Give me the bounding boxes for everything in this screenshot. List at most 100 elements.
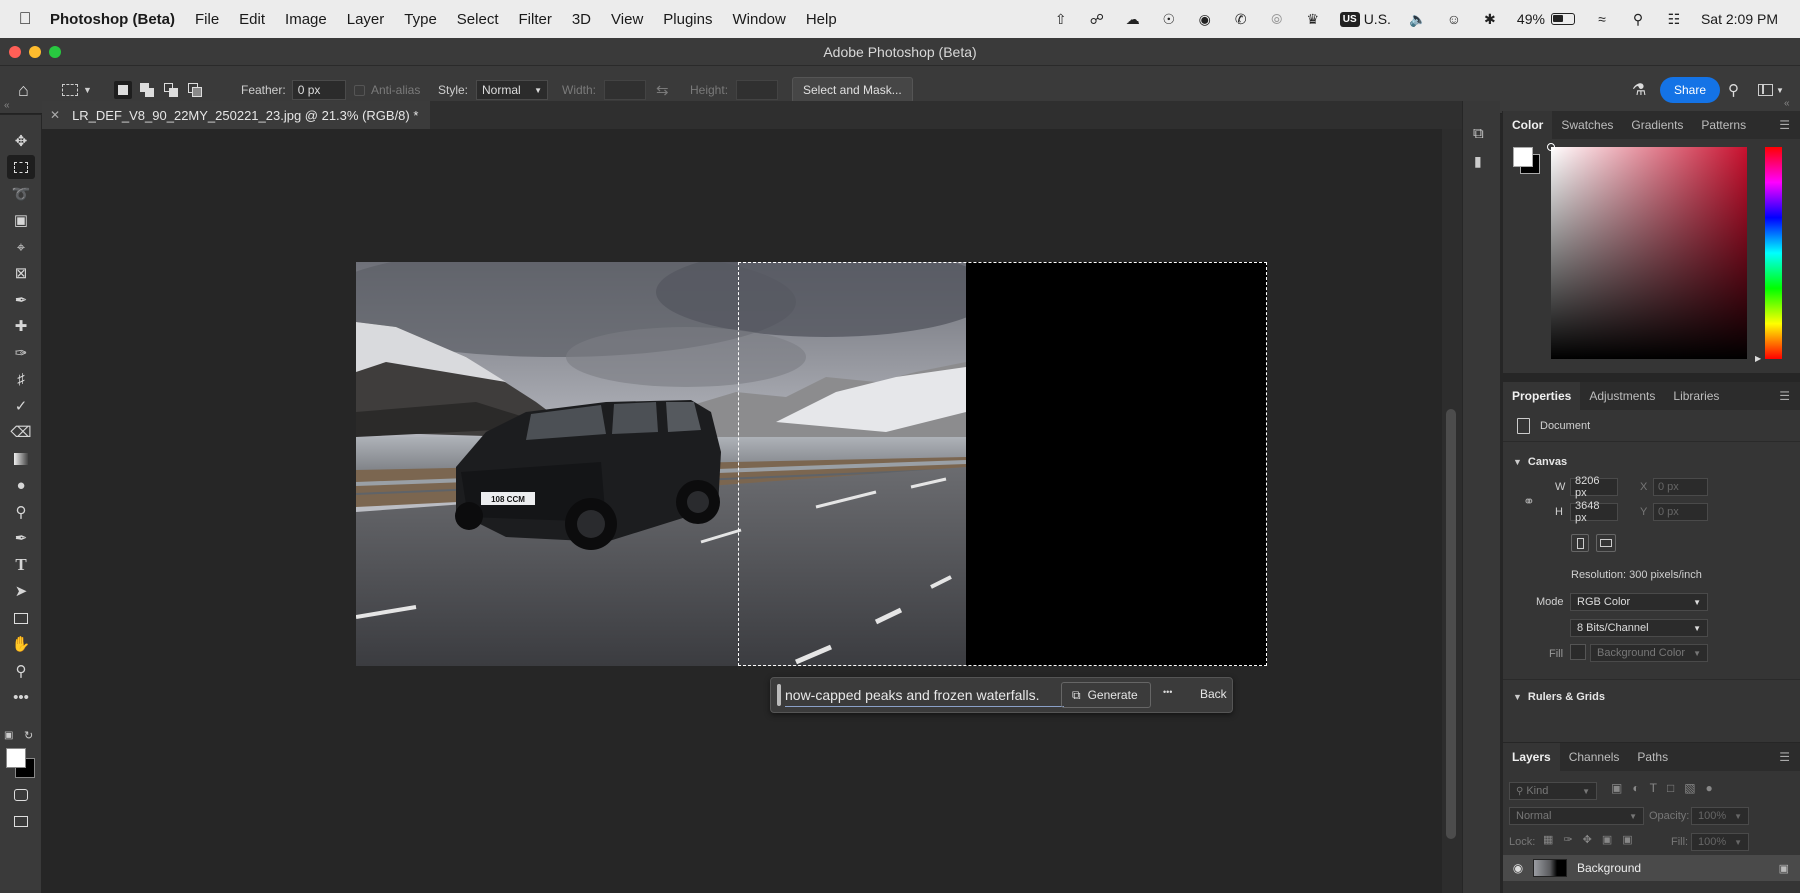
tab-patterns[interactable]: Patterns xyxy=(1692,111,1755,139)
scroll-thumb[interactable] xyxy=(1446,409,1456,839)
airdrop-icon[interactable]: ⦾ xyxy=(1268,10,1286,28)
canvas-y-input[interactable]: 0 px xyxy=(1653,503,1708,521)
select-and-mask-button[interactable]: Select and Mask... xyxy=(792,77,913,103)
quick-mask-icon[interactable] xyxy=(7,783,35,807)
menu-help[interactable]: Help xyxy=(806,11,837,28)
input-source[interactable]: US U.S. xyxy=(1339,11,1391,27)
document-tab[interactable]: ✕ LR_DEF_V8_90_22MY_250221_23.jpg @ 21.3… xyxy=(42,101,431,129)
grammarly-icon[interactable]: ◉ xyxy=(1196,10,1214,28)
hue-slider[interactable] xyxy=(1765,147,1782,359)
document-canvas[interactable]: 108 CCM xyxy=(356,262,1267,666)
eye-visibility-icon[interactable]: ◉ xyxy=(1503,861,1533,875)
panel-menu-icon[interactable]: ☰ xyxy=(1779,382,1800,410)
subtract-from-selection-icon[interactable] xyxy=(162,81,180,99)
lock-artboard-icon[interactable]: ▣ xyxy=(1602,833,1612,846)
color-picker-handle[interactable] xyxy=(1547,143,1555,151)
close-tab-icon[interactable]: ✕ xyxy=(50,108,60,122)
zoom-tool-icon[interactable]: ⚲ xyxy=(7,659,35,683)
fill-select[interactable]: Background Color ▼ xyxy=(1590,644,1708,662)
vertical-scrollbar[interactable] xyxy=(1442,129,1462,893)
move-tool-icon[interactable]: ✥ xyxy=(7,129,35,153)
minimize-window-button[interactable] xyxy=(29,46,41,58)
menu-file[interactable]: File xyxy=(195,11,219,28)
type-layer-filter-icon[interactable]: T xyxy=(1650,781,1657,795)
style-select[interactable]: Normal ▼ xyxy=(476,80,549,100)
clone-stamp-tool-icon[interactable]: ♯ xyxy=(7,367,35,391)
menu-edit[interactable]: Edit xyxy=(239,11,265,28)
layer-row[interactable]: ◉ Background ▣ xyxy=(1503,855,1800,881)
home-icon[interactable]: ⌂ xyxy=(18,66,29,114)
rectangle-tool-icon[interactable] xyxy=(7,606,35,630)
menu-filter[interactable]: Filter xyxy=(519,11,552,28)
cloud-sync-icon[interactable]: ☁ xyxy=(1124,10,1142,28)
eyedropper-tool-icon[interactable]: ✒ xyxy=(7,288,35,312)
panel-menu-icon[interactable]: ☰ xyxy=(1779,111,1800,139)
menu-select[interactable]: Select xyxy=(457,11,499,28)
apple-menu-icon[interactable]:  xyxy=(0,9,50,29)
hand-tool-icon[interactable]: ✋ xyxy=(7,632,35,656)
menu-plugins[interactable]: Plugins xyxy=(663,11,712,28)
back-button[interactable]: Back xyxy=(1200,687,1227,701)
volume-icon[interactable]: 🔈 xyxy=(1409,10,1427,28)
frame-tool-icon[interactable]: ⊠ xyxy=(7,261,35,285)
tab-adjustments[interactable]: Adjustments xyxy=(1580,382,1664,410)
healing-brush-tool-icon[interactable]: ✚ xyxy=(7,314,35,338)
hue-slider-handle[interactable]: ▶ xyxy=(1755,354,1761,363)
tab-swatches[interactable]: Swatches xyxy=(1552,111,1622,139)
clock[interactable]: Sat 2:09 PM xyxy=(1701,11,1778,27)
generate-button[interactable]: ⧉ Generate xyxy=(1061,682,1151,708)
adjustment-layer-filter-icon[interactable]: ◐ xyxy=(1632,781,1639,795)
link-dimensions-icon[interactable]: ⚭ xyxy=(1523,493,1535,510)
share-button[interactable]: Share xyxy=(1660,77,1721,103)
menu-view[interactable]: View xyxy=(611,11,643,28)
menu-3d[interactable]: 3D xyxy=(572,11,591,28)
height-input[interactable] xyxy=(736,80,779,100)
layer-fill-input[interactable]: 100% ▼ xyxy=(1691,833,1749,851)
opacity-input[interactable]: 100% ▼ xyxy=(1691,807,1749,825)
blend-mode-select[interactable]: Normal ▼ xyxy=(1509,807,1644,825)
lasso-tool-icon[interactable]: ➰ xyxy=(7,182,35,206)
blur-tool-icon[interactable]: ● xyxy=(7,473,35,497)
fill-color-swatch[interactable] xyxy=(1570,644,1586,660)
path-selection-tool-icon[interactable]: ➤ xyxy=(7,579,35,603)
new-selection-icon[interactable] xyxy=(114,81,132,99)
dodge-tool-icon[interactable]: ⚲ xyxy=(7,500,35,524)
crop-tool-icon[interactable]: ⌖ xyxy=(7,235,35,259)
foreground-color-swatch[interactable] xyxy=(6,748,26,768)
canvas-width-input[interactable]: 8206 px xyxy=(1570,475,1618,499)
menu-window[interactable]: Window xyxy=(732,11,785,28)
object-selection-tool-icon[interactable]: ▣ xyxy=(7,208,35,232)
crown-icon[interactable]: ♛ xyxy=(1304,10,1322,28)
width-input[interactable] xyxy=(604,80,647,100)
pixel-layer-filter-icon[interactable]: ▣ xyxy=(1611,781,1622,795)
tab-layers[interactable]: Layers xyxy=(1503,743,1560,771)
prompt-input[interactable]: now-capped peaks and frozen waterfalls. xyxy=(785,683,1064,707)
panels-collapse-icon[interactable]: « xyxy=(1784,98,1790,109)
more-tools-icon[interactable]: ••• xyxy=(7,685,35,709)
intersect-selection-icon[interactable] xyxy=(186,81,204,99)
menu-layer[interactable]: Layer xyxy=(347,11,385,28)
panel-menu-icon[interactable]: ☰ xyxy=(1779,743,1800,771)
control-center-icon[interactable]: ☷ xyxy=(1665,10,1683,28)
selection-marquee[interactable] xyxy=(738,262,1267,666)
history-brush-tool-icon[interactable]: ✓ xyxy=(7,394,35,418)
workspace-switcher[interactable]: ▼ xyxy=(1758,66,1784,114)
user-icon[interactable]: ☺ xyxy=(1445,10,1463,28)
wifi-icon[interactable]: ≈ xyxy=(1593,10,1611,28)
default-colors-icon[interactable]: ▣ xyxy=(4,730,13,741)
tab-color[interactable]: Color xyxy=(1503,111,1553,139)
bluetooth-off-icon[interactable]: ✱ xyxy=(1481,10,1499,28)
search-icon[interactable]: ⚲ xyxy=(1728,66,1739,114)
landscape-orientation-icon[interactable] xyxy=(1596,534,1616,552)
tab-libraries[interactable]: Libraries xyxy=(1664,382,1728,410)
phone-icon[interactable]: ✆ xyxy=(1232,10,1250,28)
canvas-x-input[interactable]: 0 px xyxy=(1653,478,1708,496)
swap-colors-icon[interactable]: ↻ xyxy=(24,729,33,742)
rulers-grids-section-header[interactable]: ▼ Rulers & Grids xyxy=(1513,691,1605,703)
gradient-tool-icon[interactable] xyxy=(7,447,35,471)
spotlight-search-icon[interactable]: ⚲ xyxy=(1629,10,1647,28)
drag-handle[interactable] xyxy=(777,684,781,706)
add-to-selection-icon[interactable] xyxy=(138,81,156,99)
lock-image-icon[interactable]: ✑ xyxy=(1563,833,1572,846)
beaker-icon[interactable]: ⚗ xyxy=(1632,66,1646,114)
